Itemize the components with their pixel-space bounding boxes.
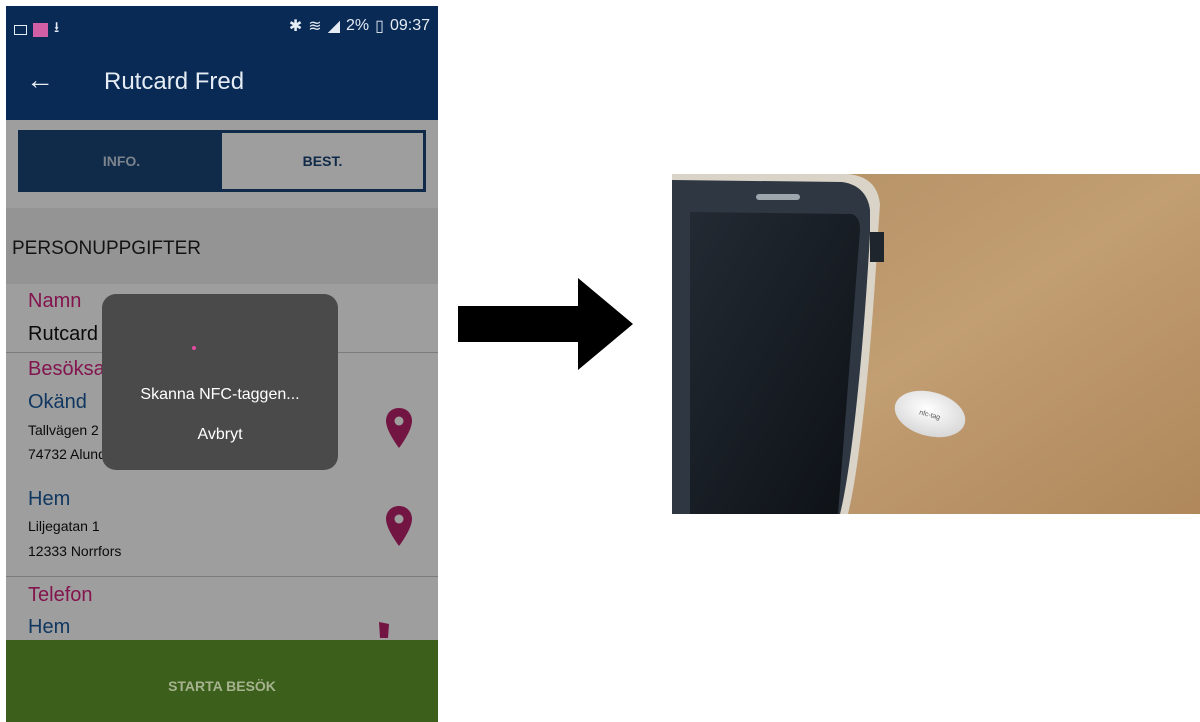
start-visit-label: STARTA BESÖK [168,678,276,694]
app-bar: ← Rutcard Fred [6,46,438,120]
battery-percent: 2% [346,17,370,34]
wifi-icon: ≋ [308,18,322,35]
back-arrow-icon[interactable]: ← [26,66,54,94]
battery-icon: ▯ [375,18,384,35]
start-visit-button[interactable]: STARTA BESÖK [6,640,438,722]
status-icons-left: ⭳ [14,17,59,42]
signal-icon: ◢ [327,18,341,35]
app-badge-icon [33,22,48,37]
status-icons-right: ✱ ≋ ◢ 2% ▯ 09:37 [289,16,430,36]
clock: 09:37 [389,17,430,34]
nfc-tag-photo: nfc-tag [672,174,1200,514]
dialog-message: Skanna NFC-taggen... [140,386,300,403]
nfc-scan-dialog: Skanna NFC-taggen... Avbryt [102,294,338,470]
progress-dot [192,346,196,350]
status-bar: ⭳ ✱ ≋ ◢ 2% ▯ 09:37 [6,6,438,46]
right-arrow-icon [458,278,633,370]
phone-screenshot: ⭳ ✱ ≋ ◢ 2% ▯ 09:37 ← Rutcard Fred INFO. … [6,6,438,722]
cancel-button[interactable]: Avbryt [102,426,338,444]
bluetooth-icon: ✱ [288,18,303,35]
page-title: Rutcard Fred [104,68,245,95]
download-icon: ⭳ [54,19,60,36]
image-icon [14,24,27,35]
